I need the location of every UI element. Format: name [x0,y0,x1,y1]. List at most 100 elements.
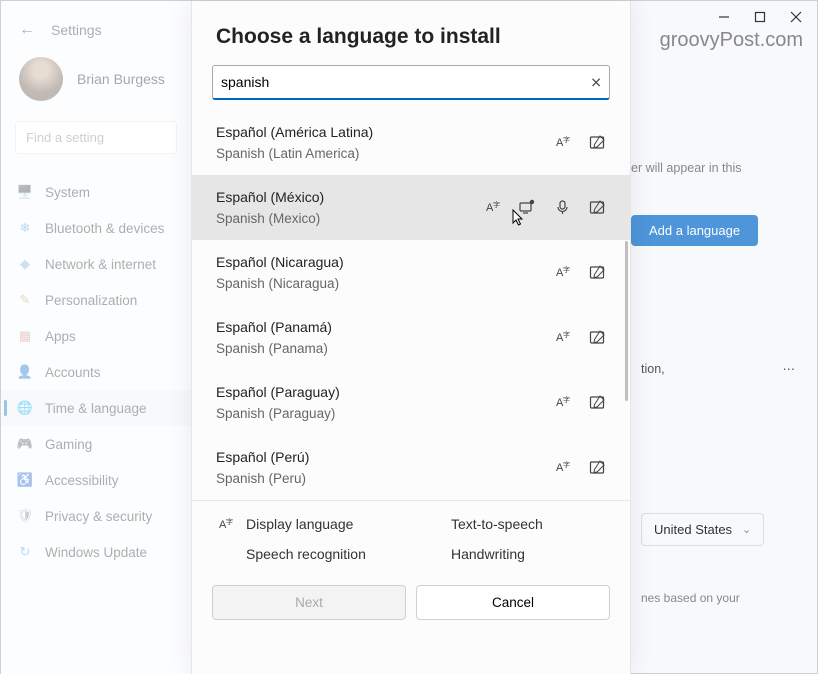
sidebar: ← Settings Brian Burgess Find a setting … [1,1,191,674]
dialog-title: Choose a language to install [192,1,630,65]
next-button[interactable]: Next [212,585,406,620]
display-icon: A字 [554,134,571,151]
clear-icon[interactable]: ✕ [590,74,602,91]
language-option[interactable]: Español (América Latina)Spanish (Latin A… [192,110,630,175]
language-option[interactable]: Español (Perú)Spanish (Peru)A字 [192,435,630,500]
svg-text:字: 字 [563,265,570,274]
sidebar-item-accessibility[interactable]: ♿ Accessibility [1,462,191,498]
display-icon: A字 [554,264,571,281]
sidebar-item-gaming[interactable]: 🎮Gaming [1,426,191,462]
language-english: Spanish (Mexico) [216,211,486,226]
tts-icon [421,515,439,533]
maximize-button[interactable] [753,10,767,24]
back-row[interactable]: ← Settings [1,21,191,39]
legend-display: A字Display language [216,515,401,533]
feature-icons: A字 [486,199,606,216]
language-native: Español (Paraguay) [216,384,486,400]
feature-icons: A字 [486,134,606,151]
accessibility-icon: ♿ [17,472,33,488]
time-language-icon: 🌐 [17,400,33,416]
sidebar-item-privacy[interactable]: 🛡 Privacy & security [1,498,191,534]
cancel-button[interactable]: Cancel [416,585,610,620]
user-row[interactable]: Brian Burgess [1,39,191,115]
settings-window: ← Settings Brian Burgess Find a setting … [0,0,818,674]
sidebar-item-personalization[interactable]: ✎ Personalization [1,282,191,318]
legend-speech: Speech recognition [216,545,401,563]
display-icon: A字 [554,459,571,476]
language-english: Spanish (Paraguay) [216,406,486,421]
minimize-button[interactable] [717,10,731,24]
scrollbar[interactable] [625,241,628,401]
network-icon: ◆ [17,256,33,272]
sidebar-item-label: Apps [45,329,76,344]
sidebar-item-time-language[interactable]: 🌐 Time & language [1,390,191,426]
settings-title: Settings [51,22,102,38]
close-button[interactable] [789,10,803,24]
watermark: groovyPost.com [660,29,803,52]
display-icon: A字 [554,394,571,411]
sidebar-item-label: Personalization [45,293,137,308]
add-language-button[interactable]: Add a language [631,215,758,246]
sidebar-item-label: Gaming [45,437,92,452]
sidebar-item-label: Network & internet [45,257,156,272]
bg-hint2: nes based on your [641,591,797,605]
sidebar-item-network[interactable]: ◆ Network & internet [1,246,191,282]
feature-legend: A字Display language Text-to-speech Speech… [192,500,630,571]
language-native: Español (México) [216,189,486,205]
handwriting-icon [589,459,606,476]
chevron-down-icon: ⌄ [742,523,751,536]
svg-text:字: 字 [226,517,233,526]
language-native: Español (Perú) [216,449,486,465]
sidebar-item-label: Bluetooth & devices [45,221,164,236]
language-english: Spanish (Panama) [216,341,486,356]
speech-icon [554,199,571,216]
language-option[interactable]: Español (Panamá)Spanish (Panama)A字 [192,305,630,370]
language-option[interactable]: Español (México) Spanish (Mexico)A字 [192,175,630,240]
bg-lang-row: tion, ⋯ [641,361,797,376]
language-option[interactable]: Español (Paraguay) Spanish (Paraguay) A字 [192,370,630,435]
language-english: Spanish (Latin America) [216,146,486,161]
legend-tts: Text-to-speech [421,515,606,533]
language-search: ✕ [212,65,610,100]
tts-icon [519,199,536,216]
personalization-icon: ✎ [17,292,33,308]
find-setting-input[interactable]: Find a setting [15,121,177,154]
sidebar-item-label: Accessibility [45,473,119,488]
sidebar-item-system[interactable]: 🖥️System [1,174,191,210]
region-select[interactable]: United States ⌄ [641,513,764,546]
display-icon: A字 [484,199,501,216]
update-icon: ↻ [17,544,33,560]
language-search-input[interactable] [212,65,610,100]
sidebar-item-label: System [45,185,90,200]
speech-icon [216,545,234,563]
apps-icon: ▦ [17,328,33,344]
feature-icons: A字 [486,394,606,411]
sidebar-item-accounts[interactable]: 👤Accounts [1,354,191,390]
display-icon: A字 [554,329,571,346]
install-language-dialog: Choose a language to install ✕ Español (… [191,1,631,674]
sidebar-item-bluetooth[interactable]: ❄ Bluetooth & devices [1,210,191,246]
sidebar-item-label: Privacy & security [45,509,152,524]
svg-text:字: 字 [493,200,500,209]
more-icon[interactable]: ⋯ [783,361,798,376]
bluetooth-icon: ❄ [17,220,33,236]
feature-icons: A字 [486,329,606,346]
language-english: Spanish (Nicaragua) [216,276,486,291]
sidebar-item-label: Time & language [45,401,147,416]
accounts-icon: 👤 [17,364,33,380]
sidebar-item-apps[interactable]: ▦ Apps [1,318,191,354]
handwriting-icon [589,134,606,151]
avatar [19,57,63,101]
language-option[interactable]: Español (Nicaragua)Spanish (Nicaragua)A字 [192,240,630,305]
svg-text:字: 字 [563,135,570,144]
feature-icons: A字 [486,264,606,281]
handwriting-icon [589,394,606,411]
handwriting-icon [589,199,606,216]
bg-region-row: United States ⌄ [641,513,791,546]
language-list: Español (América Latina)Spanish (Latin A… [192,110,630,500]
user-name: Brian Burgess [77,71,165,87]
svg-text:字: 字 [563,460,570,469]
sidebar-item-update[interactable]: ↻Windows Update [1,534,191,570]
privacy-icon: 🛡 [17,508,33,524]
back-icon: ← [19,21,35,39]
